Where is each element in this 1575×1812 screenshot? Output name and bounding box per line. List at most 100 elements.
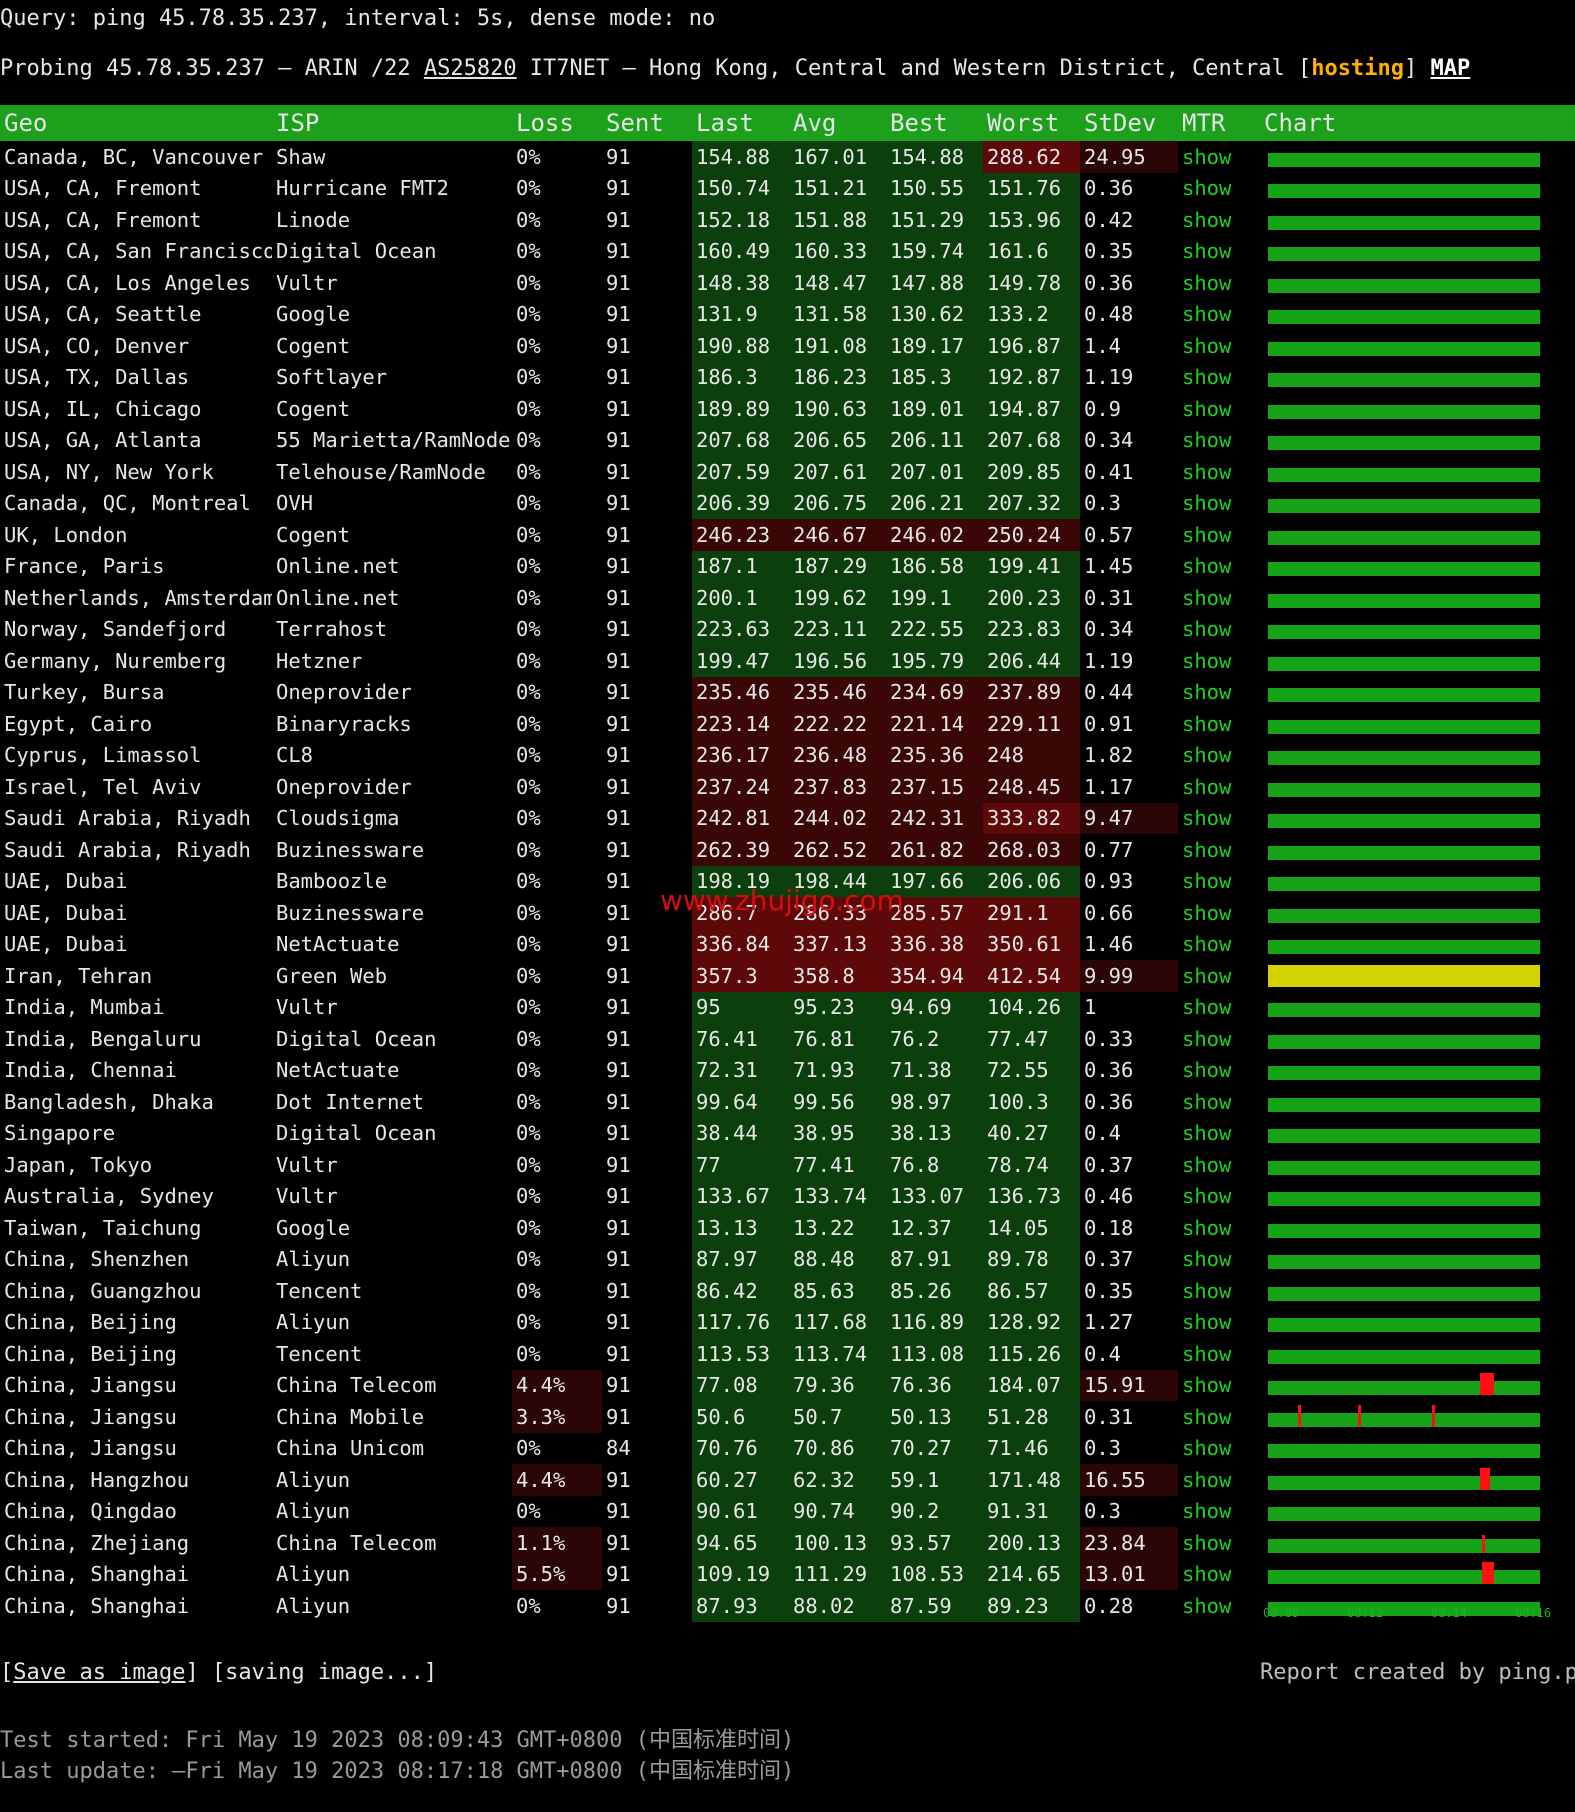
cell-chart [1260, 1086, 1575, 1118]
cell-mtr[interactable]: show [1178, 519, 1260, 551]
cell-geo: China, Qingdao [4, 1499, 177, 1524]
cell-mtr[interactable]: show [1178, 1149, 1260, 1181]
cell-mtr[interactable]: show [1178, 425, 1260, 457]
cell-chart [1260, 1118, 1575, 1150]
table-row: Iran, Tehran Green Web 0% 91 357.3 358.8 354.9… [0, 960, 1575, 992]
cell-mtr[interactable]: show [1178, 551, 1260, 583]
cell-mtr[interactable]: show [1178, 1181, 1260, 1213]
cell-mtr[interactable]: show [1178, 771, 1260, 803]
cell-mtr[interactable]: show [1178, 456, 1260, 488]
cell-mtr[interactable]: show [1178, 204, 1260, 236]
cell-avg: 199.62 [789, 582, 886, 614]
cell-stdev: 0.77 [1084, 837, 1134, 862]
cell-mtr[interactable]: show [1178, 582, 1260, 614]
cell-isp: Bamboozle [276, 869, 388, 894]
cell-mtr[interactable]: show [1178, 1118, 1260, 1150]
cell-worst: 237.89 [983, 676, 1080, 708]
cell-mtr[interactable]: show [1178, 299, 1260, 331]
cell-isp: Softlayer [276, 365, 388, 390]
cell-last: 77.08 [692, 1369, 789, 1401]
cell-last: 236.17 [692, 739, 789, 771]
time-label: 08:16 [1515, 1606, 1552, 1620]
cell-avg: 62.32 [789, 1464, 886, 1496]
cell-mtr[interactable]: show [1178, 1023, 1260, 1055]
table-row: France, Paris Online.net 0% 91 187.1 187.29 18… [0, 550, 1575, 583]
cell-mtr[interactable]: show [1178, 1496, 1260, 1528]
cell-stdev: 0.57 [1084, 522, 1134, 547]
cell-worst: 248 [983, 739, 1080, 771]
cell-mtr[interactable]: show [1178, 1055, 1260, 1087]
cell-best: 116.89 [886, 1306, 983, 1338]
cell-mtr[interactable]: show [1178, 330, 1260, 362]
cell-mtr[interactable]: show [1178, 1590, 1260, 1622]
cell-mtr[interactable]: show [1178, 740, 1260, 772]
cell-sent: 91 [606, 1121, 631, 1146]
cell-mtr[interactable]: show [1178, 960, 1260, 992]
cell-best: 151.29 [886, 204, 983, 236]
cell-mtr[interactable]: show [1178, 803, 1260, 835]
cell-mtr[interactable]: show [1178, 1433, 1260, 1465]
cell-stdev: 0.3 [1084, 491, 1122, 516]
cell-mtr[interactable]: show [1178, 141, 1260, 173]
latency-sparkline [1268, 1467, 1540, 1490]
cell-mtr[interactable]: show [1178, 1244, 1260, 1276]
cell-mtr[interactable]: show [1178, 173, 1260, 205]
packet-loss-spike [1484, 1373, 1494, 1396]
cell-chart [1260, 204, 1575, 236]
cell-mtr[interactable]: show [1178, 267, 1260, 299]
latency-sparkline [1268, 908, 1540, 923]
cell-mtr[interactable]: show [1178, 614, 1260, 646]
cell-mtr[interactable]: show [1178, 1464, 1260, 1496]
map-link[interactable]: MAP [1431, 56, 1471, 81]
cell-mtr[interactable]: show [1178, 1212, 1260, 1244]
cell-mtr[interactable]: show [1178, 708, 1260, 740]
cell-mtr[interactable]: show [1178, 1086, 1260, 1118]
cell-mtr[interactable]: show [1178, 1559, 1260, 1591]
cell-stdev: 0.35 [1084, 1278, 1134, 1303]
cell-geo: USA, GA, Atlanta [4, 428, 202, 453]
cell-stdev: 9.99 [1080, 960, 1178, 992]
cell-isp: China Mobile [276, 1404, 425, 1429]
cell-sent: 91 [606, 1058, 631, 1083]
asn-link[interactable]: AS25820 [424, 56, 517, 81]
cell-loss: 0% [516, 207, 541, 232]
latency-sparkline [1268, 184, 1540, 199]
save-as-image-link[interactable]: Save as image [13, 1660, 185, 1685]
cell-mtr[interactable]: show [1178, 393, 1260, 425]
cell-mtr[interactable]: show [1178, 1527, 1260, 1559]
cell-mtr[interactable]: show [1178, 1307, 1260, 1339]
cell-isp: Tencent [276, 1341, 363, 1366]
cell-last: 109.19 [692, 1558, 789, 1590]
cell-mtr[interactable]: show [1178, 677, 1260, 709]
cell-loss: 4.4% [512, 1464, 602, 1496]
cell-mtr[interactable]: show [1178, 1275, 1260, 1307]
cell-mtr[interactable]: show [1178, 897, 1260, 929]
cell-mtr[interactable]: show [1178, 645, 1260, 677]
cell-mtr[interactable]: show [1178, 834, 1260, 866]
cell-sent: 91 [606, 144, 631, 169]
cell-last: 72.31 [692, 1054, 789, 1086]
cell-worst: 153.96 [983, 204, 1080, 236]
cell-avg: 244.02 [789, 802, 886, 834]
table-row: USA, CA, San Francisco Digital Ocean 0% 91 1… [0, 235, 1575, 268]
packet-loss-spike [1432, 1404, 1435, 1427]
cell-best: 93.57 [886, 1527, 983, 1559]
cell-mtr[interactable]: show [1178, 362, 1260, 394]
cell-mtr[interactable]: show [1178, 1370, 1260, 1402]
cell-mtr[interactable]: show [1178, 992, 1260, 1024]
cell-mtr[interactable]: show [1178, 1338, 1260, 1370]
cell-chart [1260, 708, 1575, 740]
cell-mtr[interactable]: show [1178, 929, 1260, 961]
cell-best: 195.79 [886, 645, 983, 677]
cell-isp: Cogent [276, 522, 351, 547]
cell-last: 87.93 [692, 1590, 789, 1622]
cell-mtr[interactable]: show [1178, 236, 1260, 268]
table-row: USA, CA, Fremont Hurricane FMT2 0% 91 150.74… [0, 172, 1575, 205]
cell-mtr[interactable]: show [1178, 866, 1260, 898]
cell-sent: 91 [606, 806, 631, 831]
cell-mtr[interactable]: show [1178, 1401, 1260, 1433]
cell-geo: China, Jiangsu [4, 1436, 177, 1461]
cell-mtr[interactable]: show [1178, 488, 1260, 520]
cell-loss: 0% [516, 680, 541, 705]
cell-last: 60.27 [692, 1464, 789, 1496]
